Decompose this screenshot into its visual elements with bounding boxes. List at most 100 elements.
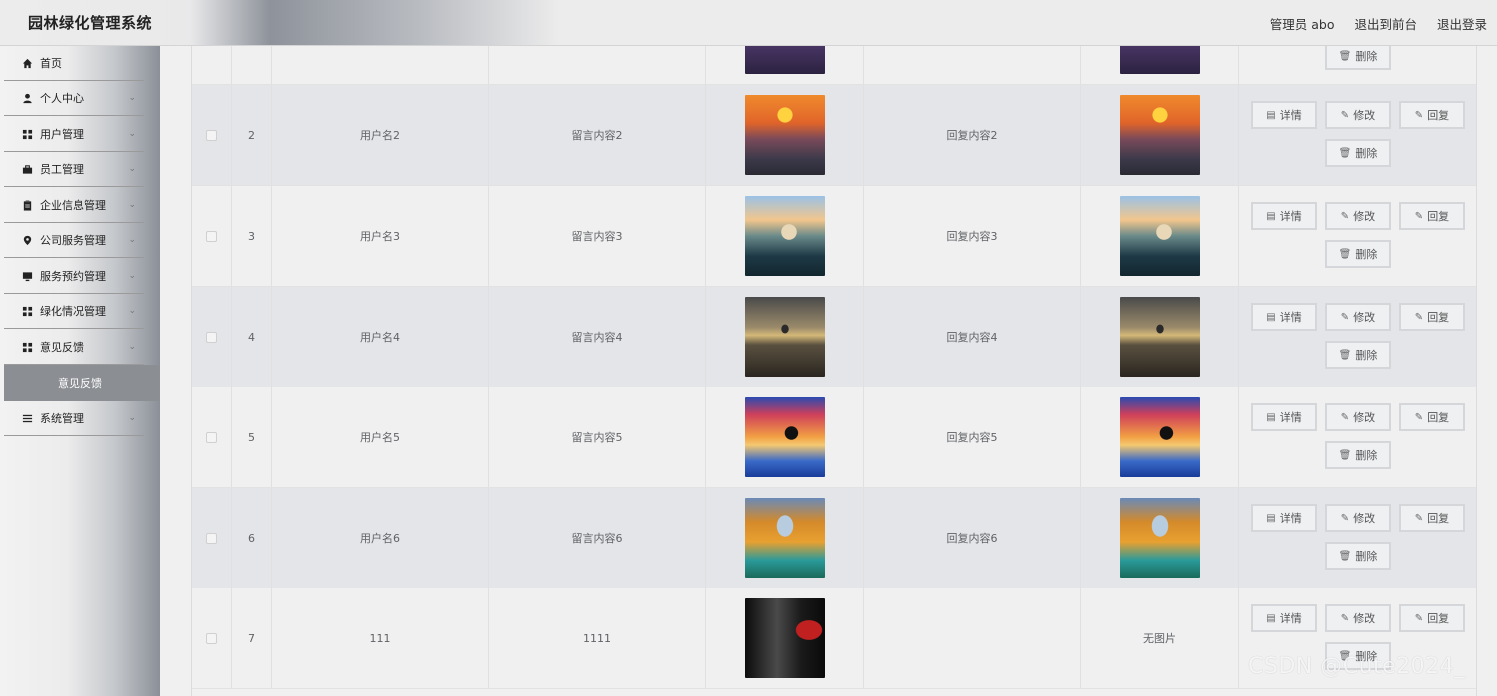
castle-photo — [744, 196, 825, 276]
row-checkbox[interactable] — [206, 230, 217, 242]
content-cell: 留言内容5 — [489, 387, 706, 487]
sidebar-item-home[interactable]: 首页 — [4, 46, 144, 81]
reply-cell — [864, 588, 1081, 688]
row-index: 4 — [232, 287, 272, 387]
trash-icon: 🗑 — [1338, 349, 1352, 361]
reply-button[interactable]: ✎ 回复 — [1399, 303, 1465, 331]
chevron-down-icon: ⌄ — [128, 129, 136, 139]
table-row: 🗑 删除 — [192, 46, 1476, 85]
pencil-icon: ✎ — [1340, 612, 1350, 624]
edit-button[interactable]: ✎ 修改 — [1325, 101, 1391, 129]
lavender-photo — [744, 46, 825, 74]
sidebar-item-system-management[interactable]: 系统管理 ⌄ — [4, 401, 144, 436]
sunset-photo — [744, 95, 825, 175]
chevron-down-icon: ⌄ — [128, 342, 136, 352]
exit-to-front-link[interactable]: 退出到前台 — [1354, 14, 1417, 33]
delete-button[interactable]: 🗑 删除 — [1325, 240, 1391, 268]
sidebar-item-label: 服务预约管理 — [40, 270, 106, 283]
delete-button[interactable]: 🗑 删除 — [1325, 441, 1391, 469]
detail-button[interactable]: ▤ 详情 — [1251, 101, 1317, 129]
sidebar-item-company-services[interactable]: 公司服务管理 ⌄ — [4, 223, 144, 258]
pencil-icon: ✎ — [1340, 311, 1350, 323]
reply-cell: 回复内容4 — [864, 287, 1081, 387]
chevron-down-icon: ⌄ — [128, 235, 136, 245]
row-index: 6 — [232, 488, 272, 588]
pencil-icon: ✎ — [1414, 109, 1424, 121]
sidebar-item-service-booking[interactable]: 服务预约管理 ⌄ — [4, 259, 144, 294]
username-cell: 用户名5 — [272, 387, 489, 487]
logout-link[interactable]: 退出登录 — [1437, 14, 1487, 33]
header-actions: 管理员 abo 退出到前台 退出登录 — [1270, 14, 1487, 33]
pencil-icon: ✎ — [1414, 311, 1424, 323]
edit-button[interactable]: ✎ 修改 — [1325, 202, 1391, 230]
reply-button[interactable]: ✎ 回复 — [1399, 604, 1465, 632]
detail-button[interactable]: ▤ 详情 — [1251, 604, 1317, 632]
monitor-icon — [21, 270, 33, 282]
row-checkbox[interactable] — [206, 129, 217, 141]
autumn-photo — [1119, 498, 1200, 578]
sidebar-item-label: 首页 — [40, 57, 62, 70]
content-cell: 1111 — [489, 588, 706, 688]
sidebar-item-company-info[interactable]: 企业信息管理 ⌄ — [4, 188, 144, 223]
username-cell: 用户名3 — [272, 186, 489, 286]
grid-icon — [21, 128, 33, 140]
trash-icon: 🗑 — [1338, 248, 1352, 260]
row-checkbox[interactable] — [206, 532, 217, 544]
trash-icon: 🗑 — [1338, 50, 1352, 62]
detail-button[interactable]: ▤ 详情 — [1251, 303, 1317, 331]
edit-button[interactable]: ✎ 修改 — [1325, 504, 1391, 532]
submenu-item-feedback[interactable]: 意见反馈 — [4, 365, 160, 401]
sidebar-item-employee-management[interactable]: 员工管理 ⌄ — [4, 152, 144, 187]
top-header: 园林绿化管理系统 管理员 abo 退出到前台 退出登录 — [0, 0, 1497, 46]
sidebar-item-personal-center[interactable]: 个人中心 ⌄ — [4, 81, 144, 116]
watermark-text: CSDN @Cute2024_ — [1248, 654, 1466, 679]
dark-photo — [744, 598, 825, 678]
trash-icon: 🗑 — [1338, 449, 1352, 461]
chevron-down-icon: ⌄ — [128, 93, 136, 103]
pencil-icon: ✎ — [1340, 210, 1350, 222]
edit-button[interactable]: ✎ 修改 — [1325, 604, 1391, 632]
reply-button[interactable]: ✎ 回复 — [1399, 403, 1465, 431]
detail-button[interactable]: ▤ 详情 — [1251, 403, 1317, 431]
person-icon — [21, 92, 33, 104]
trash-icon: 🗑 — [1338, 550, 1352, 562]
sidebar-item-greening-status[interactable]: 绿化情况管理 ⌄ — [4, 294, 144, 329]
reply-button[interactable]: ✎ 回复 — [1399, 101, 1465, 129]
row-checkbox[interactable] — [206, 331, 217, 343]
pencil-icon: ✎ — [1340, 411, 1350, 423]
row-checkbox[interactable] — [206, 431, 217, 443]
pencil-icon: ✎ — [1414, 210, 1424, 222]
edit-button[interactable]: ✎ 修改 — [1325, 303, 1391, 331]
delete-button[interactable]: 🗑 删除 — [1325, 341, 1391, 369]
trash-icon: 🗑 — [1338, 147, 1352, 159]
username-cell: 用户名4 — [272, 287, 489, 387]
reply-button[interactable]: ✎ 回复 — [1399, 202, 1465, 230]
reply-cell: 回复内容3 — [864, 186, 1081, 286]
app-title: 园林绿化管理系统 — [28, 14, 153, 32]
grid-icon — [21, 341, 33, 353]
pencil-icon: ✎ — [1340, 512, 1350, 524]
document-icon: ▤ — [1266, 512, 1276, 524]
feedback-table: 🗑 删除 2 用户名2 留言内容2 回复内容2 ▤ 详情 ✎ 修改 ✎ 回复 🗑 删除 … — [191, 46, 1477, 696]
dolphin-photo — [744, 397, 825, 477]
row-checkbox[interactable] — [206, 632, 217, 644]
document-icon: ▤ — [1266, 311, 1276, 323]
sidebar-item-feedback[interactable]: 意见反馈 ⌄ — [4, 330, 144, 365]
edit-button[interactable]: ✎ 修改 — [1325, 403, 1391, 431]
reply-cell: 回复内容2 — [864, 85, 1081, 185]
pencil-icon: ✎ — [1414, 512, 1424, 524]
row-index: 7 — [232, 588, 272, 688]
sidebar-item-user-management[interactable]: 用户管理 ⌄ — [4, 117, 144, 152]
row-index: 5 — [232, 387, 272, 487]
delete-button[interactable]: 🗑 删除 — [1325, 139, 1391, 167]
tree-photo — [744, 297, 825, 377]
detail-button[interactable]: ▤ 详情 — [1251, 504, 1317, 532]
table-row: 2 用户名2 留言内容2 回复内容2 ▤ 详情 ✎ 修改 ✎ 回复 🗑 删除 — [192, 85, 1476, 186]
dolphin-photo — [1119, 397, 1200, 477]
detail-button[interactable]: ▤ 详情 — [1251, 202, 1317, 230]
delete-button[interactable]: 🗑 删除 — [1325, 542, 1391, 570]
delete-button[interactable]: 🗑 删除 — [1325, 46, 1391, 70]
row-index: 3 — [232, 186, 272, 286]
no-image-cell: 无图片 — [1081, 588, 1239, 688]
reply-button[interactable]: ✎ 回复 — [1399, 504, 1465, 532]
